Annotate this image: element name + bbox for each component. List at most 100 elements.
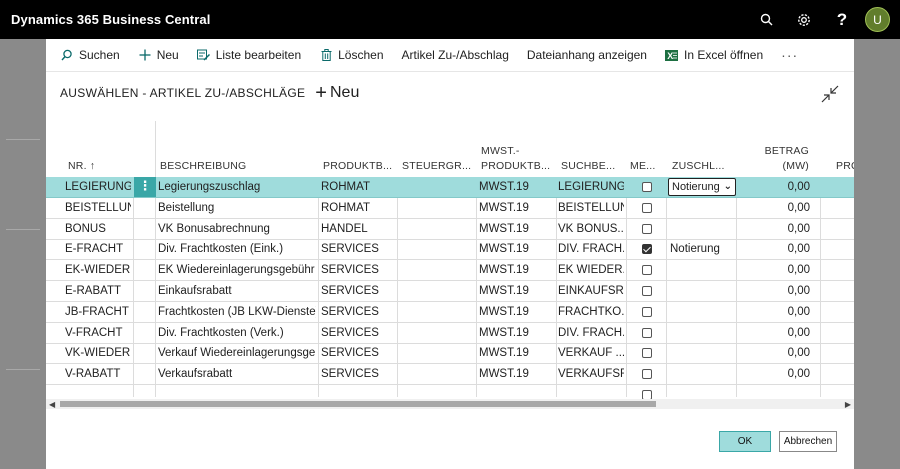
horizontal-scrollbar[interactable]: ◀ ▶ (46, 399, 854, 409)
cell-betrag[interactable]: 0,00 (746, 343, 810, 363)
table-row[interactable]: BONUS VK Bonusabrechnung HANDEL MWST.19 VK B… (46, 219, 854, 240)
cell-suchbegriff[interactable]: DIV. FRACH... (558, 239, 624, 259)
cell-zuschlag[interactable]: Notierung (670, 239, 734, 259)
delete-action[interactable]: Löschen (319, 48, 384, 62)
cell-betrag[interactable]: 0,00 (746, 260, 810, 280)
cell-zuschlag[interactable] (670, 323, 734, 343)
cell-mwst-produktbuchungsgruppe[interactable]: MWST.19 (479, 239, 554, 259)
avatar[interactable]: U (865, 7, 890, 32)
column-header-mwst[interactable]: MWST.- PRODUKTB... (481, 121, 553, 177)
cell-betrag[interactable]: 0,00 (746, 239, 810, 259)
table-row[interactable]: VK-WIEDER... Verkauf Wiedereinlagerungsge… (46, 343, 854, 365)
open-in-excel-action[interactable]: X In Excel öffnen (665, 48, 763, 62)
cell-betrag[interactable]: 0,00 (746, 219, 810, 239)
cell-beschreibung[interactable]: Beistellung (158, 198, 316, 218)
table-row[interactable]: EK-WIEDER... EK WiedereinlagerungsgebührS… (46, 260, 854, 282)
collapse-icon[interactable] (820, 84, 840, 104)
cell-betrag[interactable]: 0,00 (746, 364, 810, 384)
checkbox[interactable] (642, 306, 652, 317)
page-new-button[interactable]: + Neu (315, 83, 359, 103)
cell-suchbegriff[interactable]: VERKAUFSR... (558, 364, 624, 384)
table-row[interactable]: E-RABATT Einkaufsrabatt SERVICES MWST.19 EIN… (46, 281, 854, 302)
new-action[interactable]: Neu (138, 48, 179, 62)
column-header-zuschl[interactable]: ZUSCHL... (672, 121, 738, 177)
cell-nr[interactable]: E-FRACHT (65, 239, 131, 259)
cell-beschreibung[interactable]: Verkaufsrabatt (158, 364, 316, 384)
cell-beschreibung[interactable]: Div. Frachtkosten (Verk.) (158, 323, 316, 343)
cell-zuschlag[interactable] (670, 281, 734, 301)
row-actions-icon[interactable]: ⋮ (134, 177, 156, 197)
checkbox[interactable] (642, 286, 652, 296)
cancel-button[interactable]: Abbrechen (779, 431, 837, 452)
cell-produktb[interactable]: ROHMAT (321, 177, 395, 197)
cell-mwst-produktbuchungsgruppe[interactable]: MWST.19 (479, 302, 554, 322)
cell-zuschlag[interactable] (670, 343, 734, 363)
cell-beschreibung[interactable]: Verkauf Wiedereinlagerungsge... (158, 343, 316, 363)
checkbox[interactable] (642, 182, 652, 192)
column-header-pro[interactable]: PRO (836, 121, 854, 177)
table-row[interactable]: BEISTELLUNGBeistellungROHMATMWST.19BEIST… (46, 198, 854, 219)
cell-nr[interactable]: VK-WIEDER... (65, 343, 131, 363)
scrollbar-thumb[interactable] (60, 401, 656, 407)
cell-mwst-produktbuchungsgruppe[interactable]: MWST.19 (479, 177, 554, 197)
cell-produktb[interactable]: HANDEL (321, 219, 395, 239)
cell-produktb[interactable]: SERVICES (321, 239, 395, 259)
table-row[interactable]: V-FRACHT Div. Frachtkosten (Verk.) SERVICE… (46, 323, 854, 344)
cell-nr[interactable]: LEGIERUNG... (65, 177, 131, 197)
zuschlag-select[interactable]: Notierung ⌄ (668, 178, 736, 196)
search-action[interactable]: Suchen (60, 48, 120, 62)
column-header-nr[interactable]: NR. ↑ (68, 121, 130, 177)
cell-produktb[interactable]: ROHMAT (321, 198, 395, 218)
cell-betrag[interactable]: 0,00 (746, 198, 810, 218)
cell-mwst-produktbuchungsgruppe[interactable]: MWST.19 (479, 198, 554, 218)
cell-zuschlag[interactable] (670, 198, 734, 218)
cell-nr[interactable]: EK-WIEDER... (65, 260, 131, 280)
checkbox[interactable] (642, 369, 652, 380)
cell-produktb[interactable]: SERVICES (321, 281, 395, 301)
cell-nr[interactable]: JB-FRACHT (65, 302, 131, 322)
checkbox[interactable] (642, 327, 652, 338)
cell-suchbegriff[interactable]: EK WIEDER... (558, 260, 624, 280)
cell-mwst-produktbuchungsgruppe[interactable]: MWST.19 (479, 364, 554, 384)
cell-betrag[interactable]: 0,00 (746, 281, 810, 301)
column-header-beschreibung[interactable]: BESCHREIBUNG (160, 121, 310, 177)
show-attachment-action[interactable]: Dateianhang anzeigen (527, 48, 647, 62)
checkbox[interactable] (642, 244, 652, 255)
scroll-left-icon[interactable]: ◀ (49, 400, 55, 409)
table-row[interactable]: E-FRACHT Div. Frachtkosten (Eink.) SERVICE… (46, 239, 854, 261)
cell-beschreibung[interactable]: EK Wiedereinlagerungsgebühr (158, 260, 316, 280)
cell-mwst-produktbuchungsgruppe[interactable]: MWST.19 (479, 343, 554, 363)
cell-beschreibung[interactable]: Div. Frachtkosten (Eink.) (158, 239, 316, 259)
help-icon[interactable]: ? (823, 0, 861, 39)
checkbox[interactable] (642, 223, 652, 234)
cell-zuschlag[interactable] (670, 219, 734, 239)
checkbox[interactable] (642, 202, 652, 213)
column-header-produktb[interactable]: PRODUKTB... (323, 121, 393, 177)
cell-nr[interactable]: V-FRACHT (65, 323, 131, 343)
cell-suchbegriff[interactable]: VERKAUF ... (558, 343, 624, 363)
cell-beschreibung[interactable]: VK Bonusabrechnung (158, 219, 316, 239)
cell-nr[interactable]: BEISTELLUNG (65, 198, 131, 218)
cell-beschreibung[interactable]: Legierungszuschlag (158, 177, 316, 197)
ok-button[interactable]: OK (719, 431, 771, 452)
cell-zuschlag[interactable] (670, 302, 734, 322)
cell-zuschlag[interactable] (670, 260, 734, 280)
cell-betrag[interactable]: 0,00 (746, 302, 810, 322)
checkbox[interactable] (642, 348, 652, 359)
gear-icon[interactable] (785, 0, 823, 39)
cell-suchbegriff[interactable]: EINKAUFSR... (558, 281, 624, 301)
table-row[interactable]: LEGIERUNG... LegierungszuschlagROHMAT MWST… (46, 177, 854, 198)
cell-suchbegriff[interactable]: DIV. FRACH... (558, 323, 624, 343)
cell-produktb[interactable]: SERVICES (321, 260, 395, 280)
cell-suchbegriff[interactable]: LEGIERUNG... (558, 177, 624, 197)
cell-produktb[interactable]: SERVICES (321, 343, 395, 363)
cell-produktb[interactable]: SERVICES (321, 302, 395, 322)
cell-nr[interactable]: BONUS (65, 219, 131, 239)
cell-mwst-produktbuchungsgruppe[interactable]: MWST.19 (479, 219, 554, 239)
scroll-right-icon[interactable]: ▶ (845, 400, 851, 409)
cell-beschreibung[interactable]: Einkaufsrabatt (158, 281, 316, 301)
column-header-steuergr[interactable]: STEUERGR... (402, 121, 474, 177)
checkbox[interactable] (642, 265, 652, 276)
item-charge-action[interactable]: Artikel Zu-/Abschlag (402, 48, 509, 62)
cell-suchbegriff[interactable]: VK BONUS... (558, 219, 624, 239)
